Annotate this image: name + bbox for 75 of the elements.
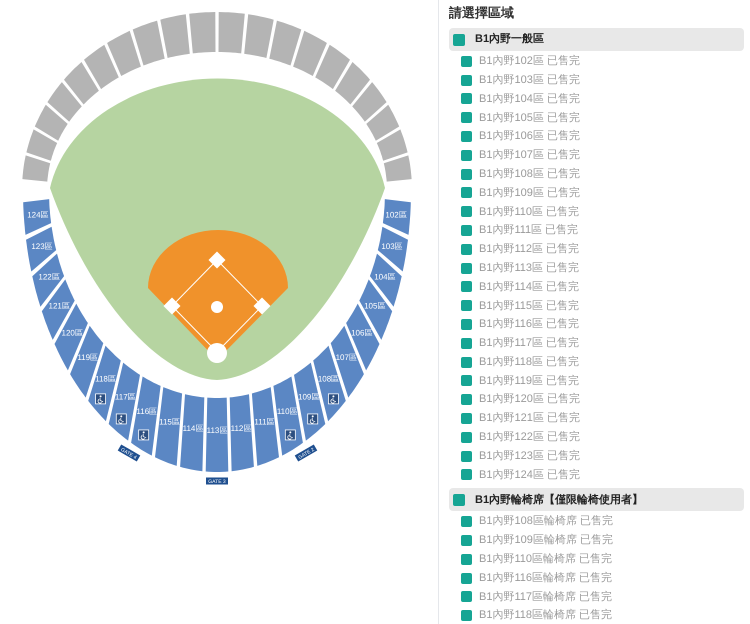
section-label: 110區 bbox=[276, 407, 298, 416]
color-swatch-icon bbox=[461, 610, 472, 622]
color-swatch-icon bbox=[461, 394, 472, 406]
color-swatch-icon bbox=[461, 74, 472, 86]
group-header[interactable]: B1內野一般區 bbox=[449, 28, 744, 51]
group-header[interactable]: B1內野輪椅席【僅限輪椅使用者】 bbox=[449, 488, 744, 512]
section-label: 104區 bbox=[374, 272, 396, 282]
color-swatch-icon bbox=[461, 281, 472, 292]
section-label: 114區 bbox=[182, 424, 204, 433]
section-label: 115區 bbox=[159, 418, 180, 426]
pitcher-mound bbox=[211, 301, 223, 313]
section-label: 117區 bbox=[114, 392, 136, 402]
color-swatch-icon bbox=[461, 516, 472, 528]
color-swatch-icon bbox=[461, 187, 472, 198]
color-swatch-icon bbox=[461, 244, 472, 255]
color-swatch-icon bbox=[461, 93, 472, 104]
section-label: 103區 bbox=[381, 242, 403, 251]
section-label: 111區 bbox=[254, 418, 275, 426]
color-swatch-icon bbox=[461, 56, 472, 67]
section-label: 123區 bbox=[31, 242, 53, 251]
section-label: 124區 bbox=[27, 210, 49, 220]
color-swatch-icon bbox=[461, 413, 472, 424]
color-swatch-icon bbox=[461, 572, 472, 584]
section-label: 120區 bbox=[62, 328, 83, 338]
color-swatch-icon bbox=[461, 206, 472, 218]
color-swatch-icon bbox=[461, 432, 472, 443]
color-swatch-icon bbox=[461, 300, 472, 312]
seating-section[interactable] bbox=[23, 199, 52, 235]
color-swatch-icon bbox=[461, 591, 472, 602]
section-label: 119區 bbox=[77, 353, 98, 362]
panel-title: 請選擇區域 bbox=[449, 4, 515, 22]
seating-section[interactable] bbox=[206, 398, 228, 472]
section-label: 116區 bbox=[136, 407, 158, 416]
section-label: 121區 bbox=[48, 302, 70, 311]
seating-section[interactable] bbox=[26, 226, 56, 272]
seating-section[interactable] bbox=[155, 387, 182, 466]
color-swatch-icon bbox=[453, 494, 465, 506]
home-plate bbox=[207, 343, 227, 363]
color-swatch-icon bbox=[461, 131, 472, 142]
group-name: B1內野一般區 bbox=[475, 32, 544, 48]
section-label: 109區 bbox=[298, 392, 320, 402]
color-swatch-icon bbox=[461, 535, 472, 546]
second-base bbox=[208, 252, 226, 268]
section-label: 106區 bbox=[351, 328, 372, 338]
color-swatch-icon bbox=[461, 150, 472, 161]
seating-section[interactable] bbox=[330, 326, 364, 398]
color-swatch-icon bbox=[461, 450, 472, 462]
section-label: 102區 bbox=[385, 210, 407, 220]
color-swatch-icon bbox=[461, 356, 472, 368]
color-swatch-icon bbox=[461, 338, 472, 349]
color-swatch-icon bbox=[461, 375, 472, 386]
color-swatch-icon bbox=[461, 554, 472, 565]
color-swatch-icon bbox=[453, 34, 465, 46]
third-base bbox=[164, 298, 180, 314]
section-label: 108區 bbox=[318, 374, 340, 384]
color-swatch-icon bbox=[461, 469, 472, 480]
section-label: 107區 bbox=[336, 353, 357, 362]
group-name: B1內野輪椅席【僅限輪椅使用者】 bbox=[475, 492, 644, 508]
color-swatch-icon bbox=[461, 225, 472, 236]
seating-section[interactable] bbox=[378, 226, 408, 272]
color-swatch-icon bbox=[461, 168, 472, 180]
color-swatch-icon bbox=[461, 112, 472, 124]
color-swatch-icon bbox=[461, 319, 472, 330]
section-label: 113區 bbox=[206, 426, 228, 435]
color-swatch-icon bbox=[461, 262, 472, 274]
seating-section[interactable] bbox=[230, 394, 254, 472]
first-base bbox=[254, 298, 270, 314]
seating-section[interactable] bbox=[180, 394, 204, 472]
section-label: 112區 bbox=[230, 424, 252, 433]
section-label: 118區 bbox=[95, 374, 116, 384]
section-label: 105區 bbox=[364, 302, 386, 311]
seating-section[interactable] bbox=[252, 387, 279, 466]
seating-section[interactable] bbox=[42, 279, 75, 340]
section-label: 122區 bbox=[38, 272, 60, 282]
seating-section[interactable] bbox=[382, 199, 411, 235]
